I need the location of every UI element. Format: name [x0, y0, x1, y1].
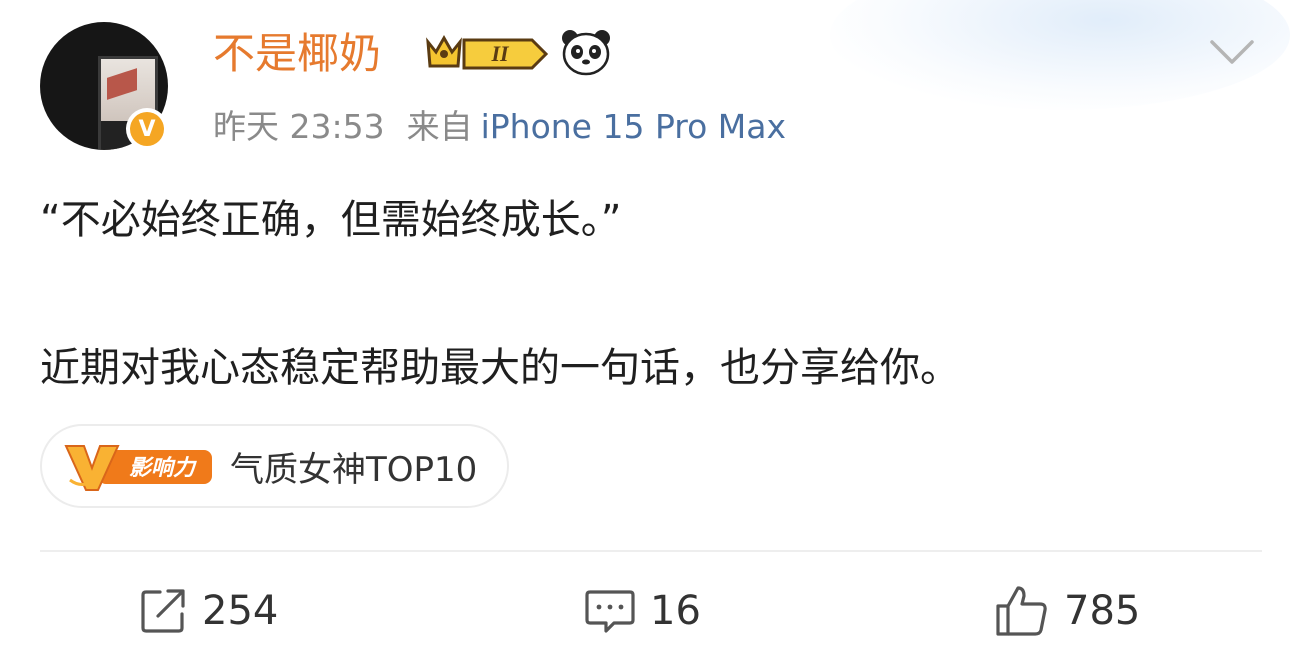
- post-time: 昨天 23:53: [213, 107, 385, 146]
- influence-badge-text: 影响力: [129, 456, 197, 481]
- comment-icon: [585, 590, 635, 633]
- influence-v-icon: 影响力: [64, 445, 212, 491]
- like-button[interactable]: 785: [994, 580, 1140, 642]
- verified-icon: V: [126, 108, 168, 150]
- influence-tag[interactable]: 影响力 气质女神TOP10: [40, 424, 510, 508]
- repost-button[interactable]: 254: [138, 580, 278, 642]
- source-prefix: 来自: [406, 107, 473, 146]
- divider: [40, 550, 1262, 552]
- author-name[interactable]: 不是椰奶: [213, 26, 381, 82]
- vip-level-label: II: [490, 41, 510, 66]
- post-text-line-2: 近期对我心态稳定帮助最大的一句话，也分享给你。: [40, 345, 960, 391]
- post-text-line-1: “不必始终正确，但需始终成长。”: [40, 197, 622, 243]
- like-icon: [996, 586, 1047, 636]
- repost-icon: [141, 589, 185, 633]
- post-meta: 昨天 23:53 来自 iPhone 15 Pro Max: [213, 104, 786, 150]
- repost-count: 254: [202, 588, 279, 634]
- source-device-link[interactable]: iPhone 15 Pro Max: [481, 107, 786, 146]
- panda-icon: [562, 30, 610, 76]
- tag-label: 气质女神TOP10: [230, 449, 478, 490]
- comment-button[interactable]: 16: [584, 580, 701, 642]
- vip-crown-icon[interactable]: II: [424, 34, 550, 74]
- chevron-down-icon[interactable]: [1206, 34, 1258, 70]
- comment-count: 16: [650, 588, 701, 634]
- like-count: 785: [1064, 588, 1141, 634]
